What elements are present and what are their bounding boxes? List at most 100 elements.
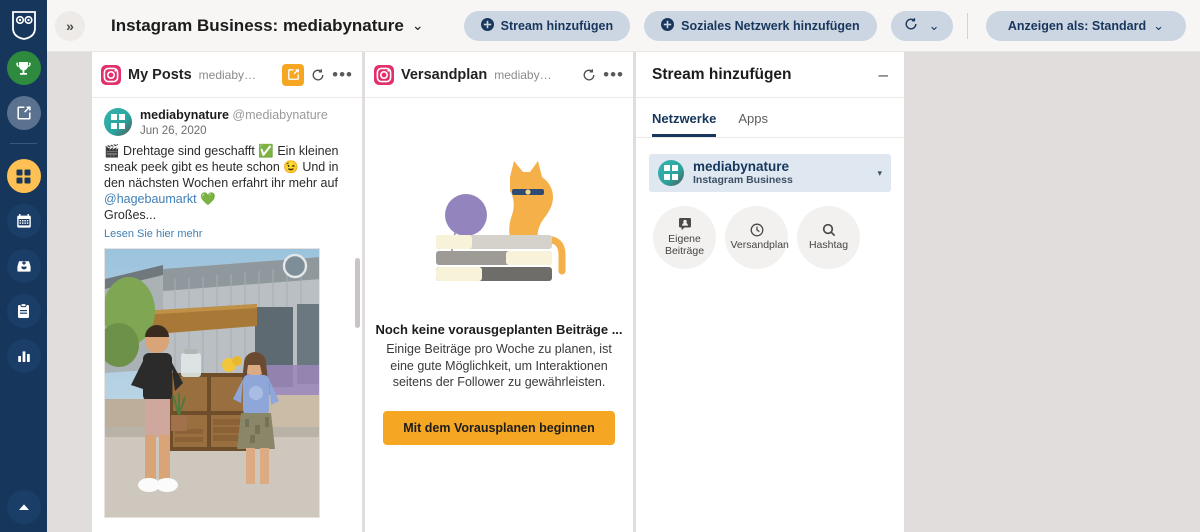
compose-icon: [16, 105, 32, 121]
topbar-actions: Stream hinzufügen Soziales Netzwerk hinz…: [463, 10, 953, 41]
stream-title: My Posts: [128, 66, 192, 83]
rail-expand-button[interactable]: [6, 490, 41, 524]
streams-container: My Posts mediaby… ••• mediabynature @med…: [47, 52, 1200, 532]
stream-more-button[interactable]: •••: [332, 66, 353, 83]
sidebar-item-streams[interactable]: [6, 159, 41, 193]
rail-divider: [10, 143, 37, 144]
account-info: mediabynature Instagram Business: [693, 159, 793, 187]
sidebar-item-inbox[interactable]: [6, 249, 41, 283]
double-chevron-right-icon: »: [66, 17, 74, 34]
collapse-panel-button[interactable]: »: [55, 10, 85, 41]
minimize-panel-button[interactable]: –: [879, 66, 888, 83]
plus-circle-icon: [661, 17, 675, 34]
post-username[interactable]: mediabynature: [140, 108, 229, 122]
add-stream-button[interactable]: Stream hinzufügen: [463, 10, 631, 41]
start-scheduling-button[interactable]: Mit dem Vorausplanen beginnen: [383, 410, 615, 445]
stream-my-posts: My Posts mediaby… ••• mediabynature @med…: [92, 52, 362, 532]
instagram-icon: [374, 64, 394, 85]
sidebar-item-content[interactable]: [6, 294, 41, 328]
trophy-icon: [15, 60, 32, 77]
own-posts-icon: [678, 217, 692, 231]
add-stream-panel: Stream hinzufügen – Netzwerke Apps media…: [636, 52, 904, 532]
panel-tabs: Netzwerke Apps: [636, 98, 904, 137]
avatar: [658, 160, 684, 186]
empty-state-description: Einige Beiträge pro Woche zu planen, ist…: [386, 342, 612, 389]
post-author: mediabynature @mediabynature Jun 26, 202…: [140, 108, 328, 138]
account-selector[interactable]: mediabynature Instagram Business ▾: [649, 154, 891, 192]
page-title: Instagram Business: mediabynature: [111, 15, 404, 35]
main-area: » Instagram Business: mediabynature ⌄ St…: [47, 0, 1200, 532]
calendar-icon: [16, 213, 32, 229]
hootsuite-dashboard: » Instagram Business: mediabynature ⌄ St…: [0, 0, 1200, 532]
post-text-part2: 💚: [196, 192, 216, 206]
avatar: [104, 108, 132, 136]
bar-chart-icon: [16, 348, 32, 364]
post-handle: @mediabynature: [232, 108, 328, 122]
sidebar-item-rewards[interactable]: [6, 51, 41, 85]
post-mention[interactable]: @hagebaumarkt: [104, 192, 197, 206]
post-item: mediabynature @mediabynature Jun 26, 202…: [92, 98, 362, 240]
chevron-up-icon: [17, 502, 31, 512]
stream-type-hashtag[interactable]: Hashtag: [797, 206, 860, 269]
stream-type-eigene-beitraege[interactable]: Eigene Beiträge: [653, 206, 716, 269]
search-icon: [822, 223, 836, 237]
stream-content[interactable]: mediabynature @mediabynature Jun 26, 202…: [92, 98, 362, 532]
post-text-part3: Großes...: [104, 208, 157, 222]
stream-more-button[interactable]: •••: [603, 66, 624, 83]
inbox-icon: [16, 258, 32, 274]
empty-state-title: Noch keine vorausgeplanten Beiträge ...: [375, 322, 623, 337]
stream-header: Versandplan mediaby… •••: [365, 52, 633, 98]
refresh-streams-button[interactable]: ⌄: [890, 10, 953, 41]
cat-on-books-illustration: [424, 153, 574, 288]
top-bar: » Instagram Business: mediabynature ⌄ St…: [47, 0, 1200, 52]
clipboard-icon: [16, 303, 31, 319]
stream-type-label: Eigene Beiträge: [664, 233, 705, 257]
stream-header: My Posts mediaby… •••: [92, 52, 362, 98]
sidebar-item-analytics[interactable]: [6, 339, 41, 373]
chevron-down-icon: ⌄: [928, 17, 940, 33]
stream-type-label: Versandplan: [730, 239, 789, 252]
stream-type-label: Hashtag: [808, 239, 849, 252]
post-header: mediabynature @mediabynature Jun 26, 202…: [104, 108, 350, 138]
stream-versandplan: Versandplan mediaby… ••• Noch keine vora…: [365, 52, 633, 532]
stream-refresh-button[interactable]: [582, 68, 596, 82]
post-text: 🎬 Drehtage sind geschafft ✅ Ein kleinen …: [104, 143, 350, 223]
stream-type-versandplan[interactable]: Versandplan: [725, 206, 789, 269]
stream-compose-button[interactable]: [282, 63, 305, 86]
divider: [966, 12, 968, 39]
view-as-button[interactable]: Anzeigen als: Standard ⌄: [985, 10, 1186, 41]
tab-apps[interactable]: Apps: [738, 111, 768, 137]
post-date: Jun 26, 2020: [140, 124, 207, 137]
left-navigation-rail: [0, 0, 47, 532]
view-as-label: Anzeigen als: Standard: [1007, 18, 1147, 33]
clock-icon: [750, 223, 764, 237]
stream-scrollbar[interactable]: [355, 258, 360, 328]
board-title-selector[interactable]: Instagram Business: mediabynature ⌄: [111, 16, 424, 36]
account-type: Instagram Business: [693, 174, 793, 187]
stream-account-label: mediaby…: [198, 67, 257, 82]
chevron-down-icon: ⌄: [1153, 17, 1164, 33]
stream-title: Versandplan: [401, 66, 488, 83]
chevron-down-icon: ▾: [877, 167, 882, 178]
account-name: mediabynature: [693, 158, 790, 174]
empty-state: Noch keine vorausgeplanten Beiträge ... …: [365, 98, 633, 532]
hootsuite-owl-logo[interactable]: [10, 10, 38, 40]
chevron-down-icon: ⌄: [411, 17, 424, 33]
sidebar-item-planner[interactable]: [6, 204, 41, 238]
tab-netzwerke[interactable]: Netzwerke: [652, 111, 717, 137]
sidebar-item-compose[interactable]: [6, 96, 41, 130]
stream-refresh-button[interactable]: [311, 68, 325, 82]
post-photo[interactable]: [104, 248, 320, 518]
refresh-icon: [904, 17, 918, 34]
instagram-icon: [101, 64, 121, 85]
stream-account-label: mediaby…: [494, 67, 552, 82]
post-text-part1: 🎬 Drehtage sind geschafft ✅ Ein kleinen …: [104, 144, 339, 190]
panel-title: Stream hinzufügen: [652, 65, 792, 83]
post-read-more-link[interactable]: Lesen Sie hier mehr: [104, 228, 350, 240]
add-social-network-button[interactable]: Soziales Netzwerk hinzufügen: [644, 10, 877, 41]
tabs-divider: [636, 137, 904, 138]
add-stream-label: Stream hinzufügen: [500, 18, 614, 33]
panel-header: Stream hinzufügen –: [636, 52, 904, 98]
stream-type-options: Eigene Beiträge Versandplan Hashtag: [636, 192, 904, 269]
streams-grid-icon: [15, 168, 32, 185]
